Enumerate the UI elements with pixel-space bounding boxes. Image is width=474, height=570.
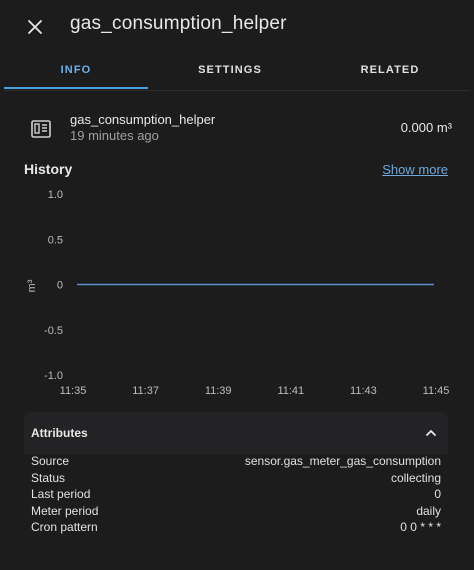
attribute-value: 0 [434,487,441,501]
attribute-value: sensor.gas_meter_gas_consumption [244,454,441,468]
attribute-row: Status collecting [31,471,441,488]
chart-y-tick-label: 1.0 [48,189,63,201]
tabs-divider [4,90,470,91]
dialog-title: gas_consumption_helper [70,13,287,34]
tab-info[interactable]: INFO [4,56,148,90]
attribute-key: Meter period [31,503,99,518]
tab-settings[interactable]: SETTINGS [160,56,300,90]
tab-bar: INFO SETTINGS RELATED [4,56,470,90]
entity-last-changed: 19 minutes ago [70,128,159,143]
attributes-expander[interactable]: Attributes [24,412,448,454]
attribute-key: Status [31,470,66,485]
attribute-value: 0 0 * * * [400,520,441,534]
close-button[interactable] [18,10,52,44]
attribute-value: daily [416,503,441,518]
history-title: History [24,161,73,177]
attributes-title: Attributes [31,426,88,440]
attribute-row: Source sensor.gas_meter_gas_consumption [31,454,441,471]
chevron-up-icon [426,430,436,436]
chart-x-tick-label: 11:43 [350,385,377,397]
entity-row: gas_consumption_helper 19 minutes ago 0.… [4,108,470,148]
attribute-row: Cron pattern 0 0 * * * [31,520,441,537]
chart-y-tick-label: -1.0 [44,370,63,382]
tab-related[interactable]: RELATED [320,56,460,90]
tab-active-indicator [4,87,148,89]
chart-x-tick-label: 11:39 [205,385,232,397]
attribute-key: Last period [31,487,91,501]
entity-state: 0.000 m³ [400,120,452,135]
chart-x-tick-label: 11:37 [132,385,159,397]
attribute-row: Meter period daily [31,504,441,521]
chart-y-tick-label: 0 [57,280,63,292]
chart-x-tick-label: 11:41 [277,385,304,397]
chart-y-tick-label: -0.5 [44,325,63,337]
chart-y-tick-label: 0.5 [48,234,63,246]
attributes-list: Source sensor.gas_meter_gas_consumption … [31,454,441,537]
chart-y-axis-label: m³ [26,279,38,292]
chart-x-tick-label: 11:45 [423,385,450,397]
attribute-key: Cron pattern [31,520,98,534]
dialog-header: gas_consumption_helper [4,0,470,56]
close-icon [28,20,42,34]
history-chart: 1.0 0.5 0 -0.5 -1.0 11:35 11:37 11:39 11:41 11:4… [26,189,450,397]
attribute-row: Last period 0 [31,487,441,504]
entity-name: gas_consumption_helper [70,112,216,127]
attribute-key: Source [31,454,70,468]
chart-x-tick-label: 11:35 [60,385,87,397]
attribute-value: collecting [390,470,441,485]
show-more-link[interactable]: Show more [382,162,448,177]
meter-icon [31,120,51,138]
more-info-dialog: gas_consumption_helper INFO SETTINGS REL… [4,0,470,565]
attributes-panel: Attributes Source sensor.gas_meter_gas_c… [24,412,448,552]
